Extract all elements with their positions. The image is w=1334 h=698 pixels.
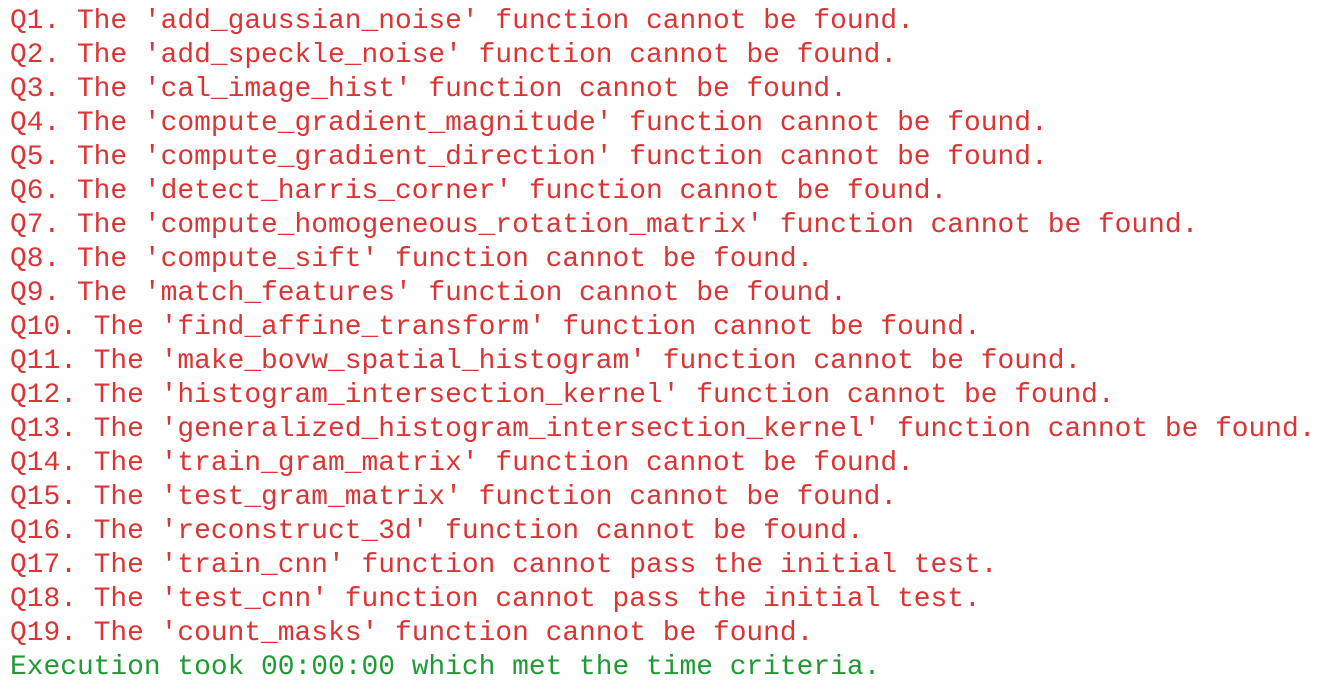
error-line-q5: Q5. The 'compute_gradient_direction' fun… [10,142,1048,173]
error-line-q9: Q9. The 'match_features' function cannot… [10,278,847,309]
error-line-q10: Q10. The 'find_affine_transform' functio… [10,312,981,343]
error-line-q7: Q7. The 'compute_homogeneous_rotation_ma… [10,210,1199,241]
execution-summary-line: Execution took 00:00:00 which met the ti… [10,652,881,683]
error-line-q6: Q6. The 'detect_harris_corner' function … [10,176,948,207]
test-output-console: Q1. The 'add_gaussian_noise' function ca… [10,5,1316,685]
error-line-q14: Q14. The 'train_gram_matrix' function ca… [10,448,914,479]
error-line-q11: Q11. The 'make_bovw_spatial_histogram' f… [10,346,1082,377]
error-line-q18: Q18. The 'test_cnn' function cannot pass… [10,584,981,615]
error-line-q4: Q4. The 'compute_gradient_magnitude' fun… [10,108,1048,139]
error-line-q16: Q16. The 'reconstruct_3d' function canno… [10,516,864,547]
error-line-q17: Q17. The 'train_cnn' function cannot pas… [10,550,998,581]
error-line-q13: Q13. The 'generalized_histogram_intersec… [10,414,1316,445]
error-line-q12: Q12. The 'histogram_intersection_kernel'… [10,380,1115,411]
error-line-q1: Q1. The 'add_gaussian_noise' function ca… [10,6,914,37]
error-line-q15: Q15. The 'test_gram_matrix' function can… [10,482,898,513]
error-line-q8: Q8. The 'compute_sift' function cannot b… [10,244,814,275]
error-line-q3: Q3. The 'cal_image_hist' function cannot… [10,74,847,105]
error-line-q19: Q19. The 'count_masks' function cannot b… [10,618,814,649]
error-line-q2: Q2. The 'add_speckle_noise' function can… [10,40,898,71]
